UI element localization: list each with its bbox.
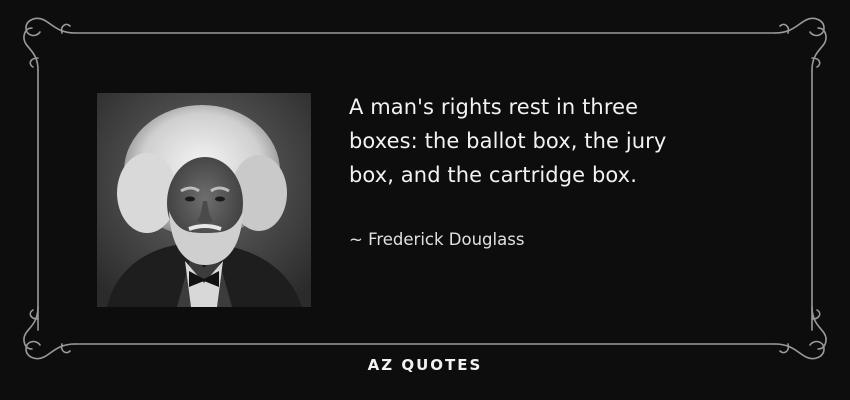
corner-flourish-top-left-icon	[23, 17, 76, 71]
quote-text: A man's rights rest in three boxes: the …	[349, 95, 667, 187]
corner-flourish-bottom-left-icon	[23, 306, 76, 360]
portrait-photo	[97, 93, 311, 307]
brand-logo[interactable]: AZ QUOTES	[0, 356, 850, 374]
quote-author: ~ Frederick Douglass	[349, 230, 525, 249]
corner-flourish-top-right-icon	[774, 17, 827, 71]
portrait-photo-icon	[97, 93, 311, 307]
corner-flourish-bottom-right-icon	[774, 306, 827, 360]
